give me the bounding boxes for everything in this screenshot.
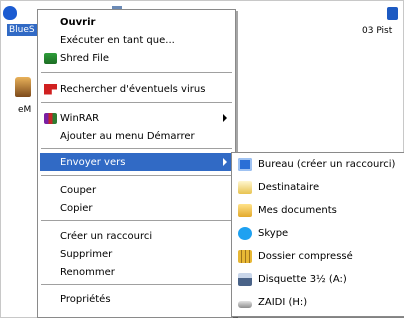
menu-separator: [41, 220, 232, 222]
submenu-arrow-icon: [223, 158, 227, 166]
menu-item-label: Destinataire: [258, 181, 320, 193]
menu-item-label: Ajouter au menu Démarrer: [60, 130, 195, 142]
desktop-icon-label: eM: [18, 105, 32, 115]
send-to-my-documents[interactable]: Mes documents: [234, 201, 402, 219]
mail-recipient-icon: [238, 180, 252, 194]
menu-separator: [41, 175, 232, 177]
virus-scan-icon: [44, 83, 57, 95]
submenu-arrow-icon: [223, 114, 227, 122]
menu-item-label: Renommer: [60, 266, 115, 278]
menu-item-cut[interactable]: Couper: [40, 181, 233, 199]
send-to-submenu: Bureau (créer un raccourci) Destinataire…: [231, 152, 404, 317]
menu-item-label: Disquette 3½ (A:): [258, 273, 347, 285]
menu-item-label: Couper: [60, 184, 97, 196]
skype-icon: [238, 226, 252, 240]
send-to-drive-h[interactable]: ZAIDI (H:): [234, 293, 402, 311]
my-documents-icon: [238, 203, 252, 217]
menu-item-label: Rechercher d'éventuels virus: [60, 83, 206, 95]
menu-separator: [41, 148, 232, 150]
menu-item-open[interactable]: Ouvrir: [40, 13, 233, 31]
menu-item-label: Envoyer vers: [60, 156, 126, 168]
desktop-icon-label: BlueS: [7, 24, 37, 36]
menu-item-label: Dossier compressé: [258, 250, 353, 262]
menu-item-label: ZAIDI (H:): [258, 296, 308, 308]
winrar-icon: [44, 112, 57, 124]
menu-item-add-to-start-menu[interactable]: Ajouter au menu Démarrer: [40, 127, 233, 145]
desktop-file-icon[interactable]: [387, 7, 398, 20]
menu-item-label: Exécuter en tant que...: [60, 34, 175, 46]
menu-item-run-as[interactable]: Exécuter en tant que...: [40, 31, 233, 49]
menu-item-shred-file[interactable]: Shred File: [40, 49, 233, 67]
shred-icon: [44, 52, 57, 64]
desktop-icon-label: 03 Pist: [362, 26, 393, 36]
send-to-floppy[interactable]: Disquette 3½ (A:): [234, 270, 402, 288]
menu-item-properties[interactable]: Propriétés: [40, 290, 233, 308]
menu-item-label: Ouvrir: [60, 16, 96, 28]
em-desktop-icon[interactable]: [15, 77, 31, 97]
send-to-zip-folder[interactable]: Dossier compressé: [234, 247, 402, 265]
context-menu: Ouvrir Exécuter en tant que... Shred Fil…: [37, 9, 236, 318]
menu-item-virus-scan[interactable]: Rechercher d'éventuels virus: [40, 80, 233, 98]
send-to-desktop[interactable]: Bureau (créer un raccourci): [234, 155, 402, 173]
bluetooth-desktop-icon[interactable]: [3, 6, 21, 24]
desktop-icon: [238, 157, 252, 171]
menu-item-winrar[interactable]: WinRAR: [40, 109, 233, 127]
menu-item-label: Propriétés: [60, 293, 111, 305]
menu-item-copy[interactable]: Copier: [40, 199, 233, 217]
send-to-mail-recipient[interactable]: Destinataire: [234, 178, 402, 196]
zip-folder-icon: [238, 249, 252, 263]
menu-separator: [41, 102, 232, 104]
menu-item-label: Créer un raccourci: [60, 230, 153, 242]
menu-item-label: Copier: [60, 202, 93, 214]
menu-separator: [41, 284, 232, 286]
menu-item-send-to[interactable]: Envoyer vers: [40, 153, 233, 171]
menu-item-delete[interactable]: Supprimer: [40, 245, 233, 263]
menu-item-rename[interactable]: Renommer: [40, 263, 233, 281]
menu-separator: [41, 72, 232, 74]
menu-item-label: Mes documents: [258, 204, 337, 216]
drive-icon: [238, 300, 252, 308]
menu-item-label: WinRAR: [60, 112, 100, 124]
menu-item-label: Supprimer: [60, 248, 113, 260]
menu-item-create-shortcut[interactable]: Créer un raccourci: [40, 227, 233, 245]
menu-item-label: Skype: [258, 227, 289, 239]
menu-item-label: Shred File: [60, 52, 109, 64]
menu-item-label: Bureau (créer un raccourci): [258, 158, 396, 170]
floppy-icon: [238, 272, 252, 286]
send-to-skype[interactable]: Skype: [234, 224, 402, 242]
